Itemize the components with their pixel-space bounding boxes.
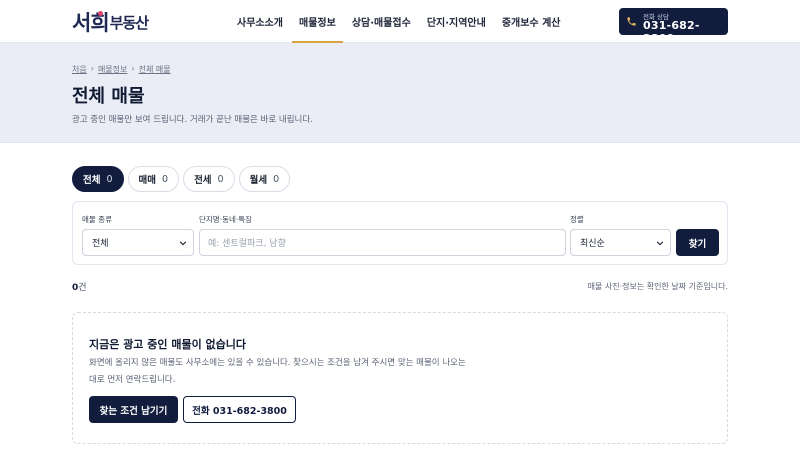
chevron-down-icon (179, 241, 187, 246)
site-header: 서희 부동산 사무소소개 매물정보 상담·매물접수 단지·지역안내 중개보수 계… (0, 0, 800, 45)
result-count: 0건 (72, 280, 87, 293)
property-type-label: 매물 종류 (82, 215, 112, 224)
tab-count: 0 (106, 173, 113, 185)
leave-request-button[interactable]: 찾는 조건 남기기 (89, 396, 178, 423)
nav-item-consult[interactable]: 상담·매물접수 (345, 0, 418, 43)
tab-count: 0 (273, 173, 280, 185)
logo[interactable]: 서희 부동산 (72, 8, 149, 36)
chevron-down-icon (656, 241, 664, 246)
tab-label: 월세 (249, 175, 268, 186)
tab-all[interactable]: 전체 0 (72, 166, 124, 192)
breadcrumb: 처음 › 매물정보 › 전체 매물 (72, 64, 171, 75)
tab-count: 0 (162, 173, 169, 185)
page-description: 광고 중인 매물만 보여 드립니다. 거래가 끝난 매물은 바로 내립니다. (72, 115, 313, 125)
breadcrumb-home[interactable]: 처음 (72, 64, 87, 75)
data-date-note: 매물 사진·정보는 확인한 날짜 기준입니다. (587, 282, 728, 291)
empty-state-text: 화면에 올리지 않은 매물도 사무소에는 있을 수 있습니다. 찾으시는 조건을… (89, 358, 466, 385)
keyword-label: 단지명·동네·특징 (199, 215, 253, 224)
logo-main: 서희 (72, 10, 110, 35)
breadcrumb-listings[interactable]: 매물정보 (98, 64, 127, 75)
search-button[interactable]: 찾기 (676, 229, 719, 256)
property-type-select[interactable]: 전체 (82, 229, 194, 256)
nav-item-fee-calculator[interactable]: 중개보수 계산 (495, 0, 568, 43)
breadcrumb-separator: › (90, 64, 94, 73)
tab-jeonse[interactable]: 전세 0 (183, 166, 235, 192)
phone-call-button[interactable]: 전화 031-682-3800 (183, 396, 296, 423)
phone-icon (627, 17, 636, 26)
nav-item-about[interactable]: 사무소소개 (230, 0, 290, 43)
nav-item-area-guide[interactable]: 단지·지역안내 (420, 0, 493, 43)
empty-state-card: 지금은 광고 중인 매물이 없습니다 화면에 올리지 않은 매물도 사무소에는 … (72, 312, 728, 444)
listing-type-tabs: 전체 0 매매 0 전세 0 월세 0 (72, 166, 294, 192)
breadcrumb-separator: › (131, 64, 135, 73)
tab-label: 매매 (138, 175, 157, 186)
result-count-unit: 건 (78, 283, 87, 293)
tab-label: 전체 (83, 175, 101, 186)
keyword-placeholder: 예: 센트럴파크, 남향 (208, 239, 286, 249)
logo-sub: 부동산 (109, 13, 149, 32)
property-type-value: 전체 (92, 239, 109, 249)
breadcrumb-current[interactable]: 전체 매물 (139, 64, 171, 75)
call-button-number: 031-682-3800 (643, 19, 700, 45)
nav-item-listings[interactable]: 매물정보 (292, 0, 343, 43)
sort-select[interactable]: 최신순 (570, 229, 671, 256)
page-hero: 처음 › 매물정보 › 전체 매물 전체 매물 광고 중인 매물만 보여 드립니… (0, 43, 800, 143)
logo-dot (98, 11, 103, 16)
page-title: 전체 매물 (72, 86, 145, 107)
main-nav: 사무소소개 매물정보 상담·매물접수 단지·지역안내 중개보수 계산 (230, 0, 570, 43)
sort-label: 정렬 (570, 215, 584, 224)
tab-label: 전세 (194, 175, 212, 186)
keyword-input[interactable]: 예: 센트럴파크, 남향 (199, 229, 566, 256)
tab-sale[interactable]: 매매 0 (127, 166, 180, 192)
empty-state-title: 지금은 광고 중인 매물이 없습니다 (89, 338, 246, 351)
tab-count: 0 (217, 173, 224, 185)
call-button[interactable]: 전화 상담 031-682-3800 (619, 8, 728, 45)
sort-value: 최신순 (580, 239, 605, 249)
search-filter: 매물 종류 전체 단지명·동네·특징 예: 센트럴파크, 남향 정렬 최신순 찾… (72, 201, 728, 265)
tab-monthly-rent[interactable]: 월세 0 (238, 166, 291, 192)
